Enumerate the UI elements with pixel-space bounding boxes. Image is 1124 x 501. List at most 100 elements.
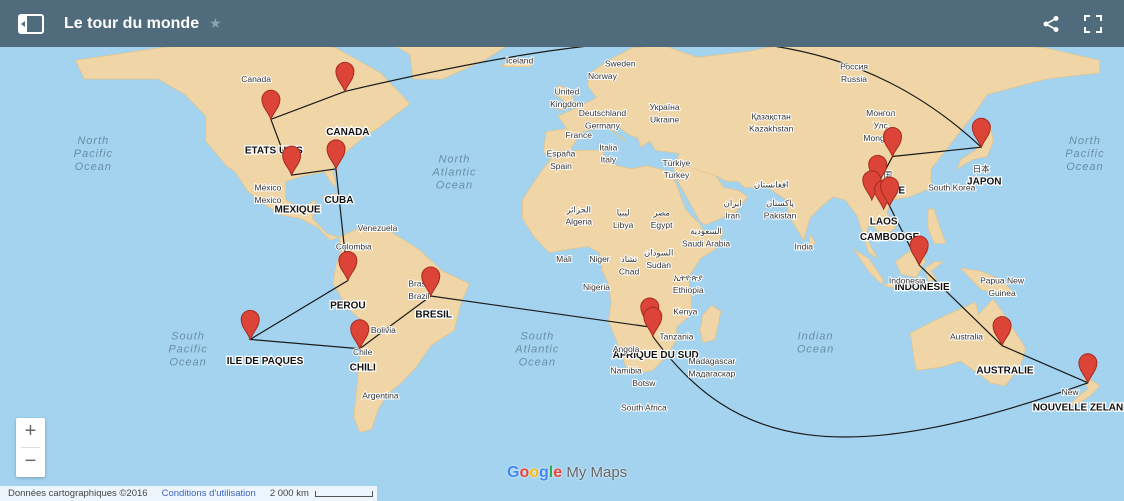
place-label: Canada [241, 74, 271, 84]
ocean-label: North Pacific Ocean [1065, 135, 1104, 173]
ocean-label: South Pacific Ocean [168, 330, 207, 368]
place-label: Türkiye [663, 158, 691, 168]
place-label-bold: MEXIQUE [274, 204, 320, 215]
logo-letter: o [519, 464, 530, 481]
zoom-out-button[interactable]: − [16, 448, 45, 477]
place-label: Kenya [673, 307, 697, 317]
terms-link[interactable]: Conditions d'utilisation [162, 488, 256, 499]
logo-letter: g [539, 464, 549, 481]
place-label: New [1062, 387, 1080, 397]
place-label-bold: AUSTRALIE [976, 366, 1034, 377]
place-label-bold: CUBA [325, 195, 354, 206]
sidebar-toggle-icon[interactable] [18, 13, 44, 34]
place-label: Mali [556, 254, 572, 264]
place-label: Mexico [254, 195, 281, 205]
place-label: Venezuela [358, 223, 398, 233]
place-label: Iceland [506, 56, 534, 66]
place-label: Argentina [362, 390, 399, 400]
place-label: مصر [652, 207, 670, 218]
place-label: Монгол [866, 108, 895, 118]
place-label: Chad [619, 266, 640, 276]
place-label-bold: PEROU [330, 300, 366, 311]
place-label: ኢትዮጵያ [674, 273, 704, 283]
ocean-label: South Atlantic Ocean [514, 330, 559, 368]
place-label: Sudan [646, 260, 671, 270]
place-label: Guinea [988, 288, 1016, 298]
place-label: Algeria [566, 217, 593, 227]
scale-label: 2 000 km [269, 488, 309, 499]
place-label: Indonesia [889, 276, 926, 286]
place-label: Қазақстан [751, 111, 791, 121]
place-label: Brazil [408, 291, 429, 301]
place-label: Italy [601, 155, 617, 165]
place-label: Deutschland [579, 108, 627, 118]
share-icon[interactable] [1040, 13, 1062, 35]
scale-bar [314, 490, 373, 497]
place-label: Kazakhstan [749, 124, 794, 134]
logo-letter: o [529, 464, 540, 481]
zoom-control: + − [16, 418, 45, 477]
place-label: Turkey [664, 170, 690, 180]
place-label: Мадагаскар [689, 369, 736, 379]
google-my-maps-logo: Google My Maps [507, 464, 627, 482]
world-map[interactable]: North Pacific Ocean North Pacific Ocean North A… [0, 0, 1124, 501]
place-label: Namibia [611, 366, 642, 376]
place-label-bold: CANADA [326, 127, 369, 138]
place-label: السودان [644, 248, 673, 259]
place-label: South Korea [928, 183, 976, 193]
place-label: Улс [874, 121, 889, 131]
place-label: Pakistan [764, 211, 797, 221]
place-label: Madagascar [689, 356, 736, 366]
place-label-bold: CHILI [350, 362, 376, 373]
place-label: Ukraine [650, 114, 680, 124]
fullscreen-icon[interactable] [1082, 13, 1104, 35]
place-label: Tanzania [659, 331, 693, 341]
place-label: India [795, 242, 814, 252]
place-label: السعودية [690, 226, 722, 237]
ocean-label: North Atlantic Ocean [431, 154, 476, 192]
ocean-label: North Pacific Ocean [74, 135, 113, 173]
place-label: پاکستان [766, 198, 795, 209]
ocean-label: Indian Ocean [797, 330, 834, 355]
header-bar: Le tour du monde ★ [0, 0, 1124, 47]
place-label: 日本 [973, 164, 991, 174]
place-label: Libya [613, 220, 634, 230]
place-label: Россия [840, 62, 868, 72]
place-label: Russia [841, 74, 867, 84]
place-label: Україна [650, 102, 680, 112]
place-label-bold: BRESIL [415, 310, 452, 321]
place-label: الجزائر [565, 204, 591, 215]
place-label: Australia [950, 331, 983, 341]
place-label: Saudi Arabia [682, 238, 730, 248]
place-label: Norway [588, 71, 618, 81]
logo-mymaps: My Maps [562, 464, 628, 481]
star-icon[interactable]: ★ [209, 15, 222, 32]
place-label: تشاد [621, 254, 638, 264]
place-label: South Africa [621, 403, 667, 413]
place-label: Botsw [632, 378, 656, 388]
map-footer: Données cartographiques ©2016 Conditions… [0, 486, 377, 501]
attribution-text: Données cartographiques ©2016 [8, 488, 148, 499]
place-label: Spain [550, 161, 572, 171]
place-label-bold: ILE DE PAQUES [227, 356, 304, 367]
place-label: ایران [724, 198, 742, 209]
place-label: France [566, 130, 593, 140]
place-label: ليبيا [617, 207, 630, 217]
place-label: United [555, 87, 580, 97]
place-label: افغانستان [754, 180, 788, 190]
place-label: España [547, 149, 576, 159]
place-label-bold: NOUVELLE ZELANDE [1033, 403, 1124, 414]
place-label: Angola [613, 344, 640, 354]
place-label: México [254, 183, 281, 193]
place-label: Chile [353, 347, 373, 357]
place-label: Egypt [651, 220, 673, 230]
place-label: Ethiopia [673, 285, 704, 295]
place-label: Sweden [605, 59, 636, 69]
place-label: Italia [599, 142, 617, 152]
logo-letter: e [553, 464, 563, 481]
logo-letter: G [507, 464, 520, 481]
zoom-in-button[interactable]: + [16, 418, 45, 447]
map-title: Le tour du monde [64, 14, 200, 32]
place-label: Nigeria [583, 282, 610, 292]
place-label: Bolivia [371, 325, 396, 335]
